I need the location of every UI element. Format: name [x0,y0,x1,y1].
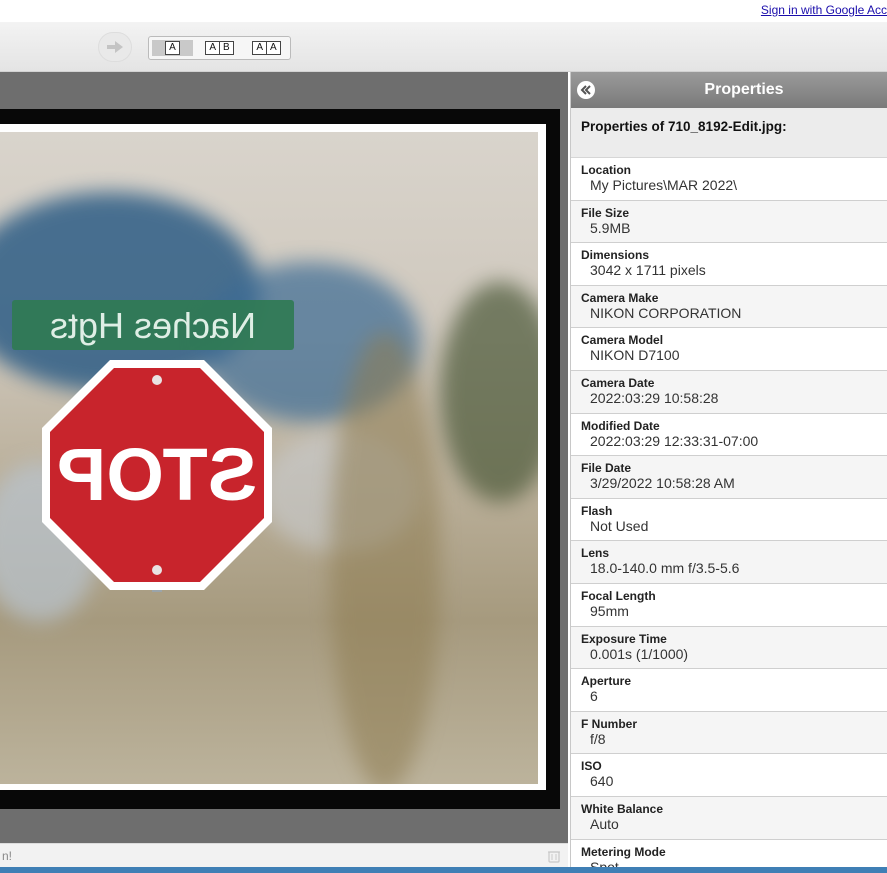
property-value: 6 [590,688,598,705]
property-row: Camera Date 2022:03:29 10:58:28 [571,370,887,414]
top-strip: Sign in with Google Acc [0,0,887,22]
property-key: Exposure Time [581,631,667,646]
bottom-accent-bar [0,867,887,873]
property-row: Focal Length 95mm [571,583,887,627]
property-value: 95mm [590,602,629,619]
property-key: Focal Length [581,588,656,603]
property-key: Camera Date [581,375,655,390]
property-row: Location My Pictures\MAR 2022\ [571,158,887,201]
property-key: ISO [581,759,602,774]
property-row: Lens 18.0-140.0 mm f/3.5-5.6 [571,541,887,584]
property-key: White Balance [581,801,664,816]
view-mode-compare-box: A B [205,41,234,55]
property-row: Camera Make NIKON CORPORATION [571,285,887,329]
viewer-status-bar: n! [0,843,568,867]
property-row: F Number f/8 [571,711,887,755]
property-key: Location [581,163,631,177]
sign-in-google-link[interactable]: Sign in with Google Acc [761,3,887,17]
photo-grass-blur [330,332,440,784]
properties-panel-title: Properties [704,81,784,98]
property-value: 0.001s (1/1000) [590,645,689,662]
property-key: F Number [581,716,638,731]
property-value: 3042 x 1711 pixels [590,262,706,279]
properties-file-heading: Properties of 710_8192-Edit.jpg: [571,108,887,158]
view-mode-letter: A [266,42,280,54]
toolbar: A A B A A [0,22,887,72]
stop-sign: STOP [42,360,272,592]
property-value: 3/29/2022 10:58:28 AM [590,475,735,492]
property-value: Spot [590,858,619,868]
property-row: Modified Date 2022:03:29 12:33:31-07:00 [571,413,887,457]
photo-frame-inner: Naches Hgts STOP [0,124,546,790]
property-key: Aperture [581,674,632,689]
view-mode-letter: A [209,42,216,53]
view-mode-letter: A [169,42,176,53]
photo[interactable]: Naches Hgts STOP [0,132,538,784]
property-value: 640 [590,773,614,790]
photo-tree [440,282,538,502]
properties-panel-header: Properties [571,72,887,108]
property-row: Exposure Time 0.001s (1/1000) [571,626,887,670]
property-value: NIKON CORPORATION [590,304,742,321]
arrow-right-icon [107,41,123,53]
property-key: File Size [581,205,630,220]
property-value: f/8 [590,730,606,747]
image-viewer[interactable]: Naches Hgts STOP [0,72,568,843]
street-sign: Naches Hgts [12,300,294,350]
property-value: 2022:03:29 10:58:28 [590,389,719,406]
property-row: Aperture 6 [571,669,887,712]
status-text: n! [2,849,13,863]
property-row: ISO 640 [571,754,887,797]
property-value: Auto [590,815,619,832]
view-mode-group: A A B A A [148,36,291,60]
property-value: 5.9MB [590,219,631,236]
property-value: 18.0-140.0 mm f/3.5-5.6 [590,560,740,577]
view-mode-compare[interactable]: A B [199,40,240,56]
photo-frame-outer: Naches Hgts STOP [0,109,560,809]
property-row: White Balance Auto [571,796,887,840]
view-mode-side-by-side-box: A A [252,41,281,55]
property-row: File Date 3/29/2022 10:58:28 AM [571,456,887,499]
properties-list: Location My Pictures\MAR 2022\ File Size 5.… [571,158,887,867]
property-row: Dimensions 3042 x 1711 pixels [571,243,887,286]
view-mode-single[interactable]: A [152,40,193,56]
property-key: Dimensions [581,248,650,263]
property-value: NIKON D7100 [590,347,680,364]
property-value: My Pictures\MAR 2022\ [590,177,738,193]
property-key: Camera Model [581,333,664,348]
property-row: File Size 5.9MB [571,200,887,244]
property-row: Metering Mode Spot [571,839,887,868]
property-key: Modified Date [581,418,660,433]
properties-panel: Properties Properties of 710_8192-Edit.j… [570,72,887,867]
property-row: Camera Model NIKON D7100 [571,328,887,371]
trash-icon[interactable] [547,849,561,863]
next-image-button[interactable] [98,32,132,62]
property-key: Camera Make [581,290,659,305]
property-row: Flash Not Used [571,498,887,542]
property-value: Not Used [590,517,649,534]
view-mode-side-by-side[interactable]: A A [246,40,287,56]
property-value: 2022:03:29 12:33:31-07:00 [590,432,759,449]
view-mode-single-box: A [165,41,180,55]
property-key: Metering Mode [581,844,666,859]
stop-sign-text: STOP [57,433,257,516]
view-mode-letter: B [219,42,233,54]
property-key: Lens [581,546,610,561]
property-key: Flash [581,503,613,518]
street-sign-text: Naches Hgts [50,305,256,346]
property-key: File Date [581,461,632,476]
view-mode-letter: A [256,42,263,53]
